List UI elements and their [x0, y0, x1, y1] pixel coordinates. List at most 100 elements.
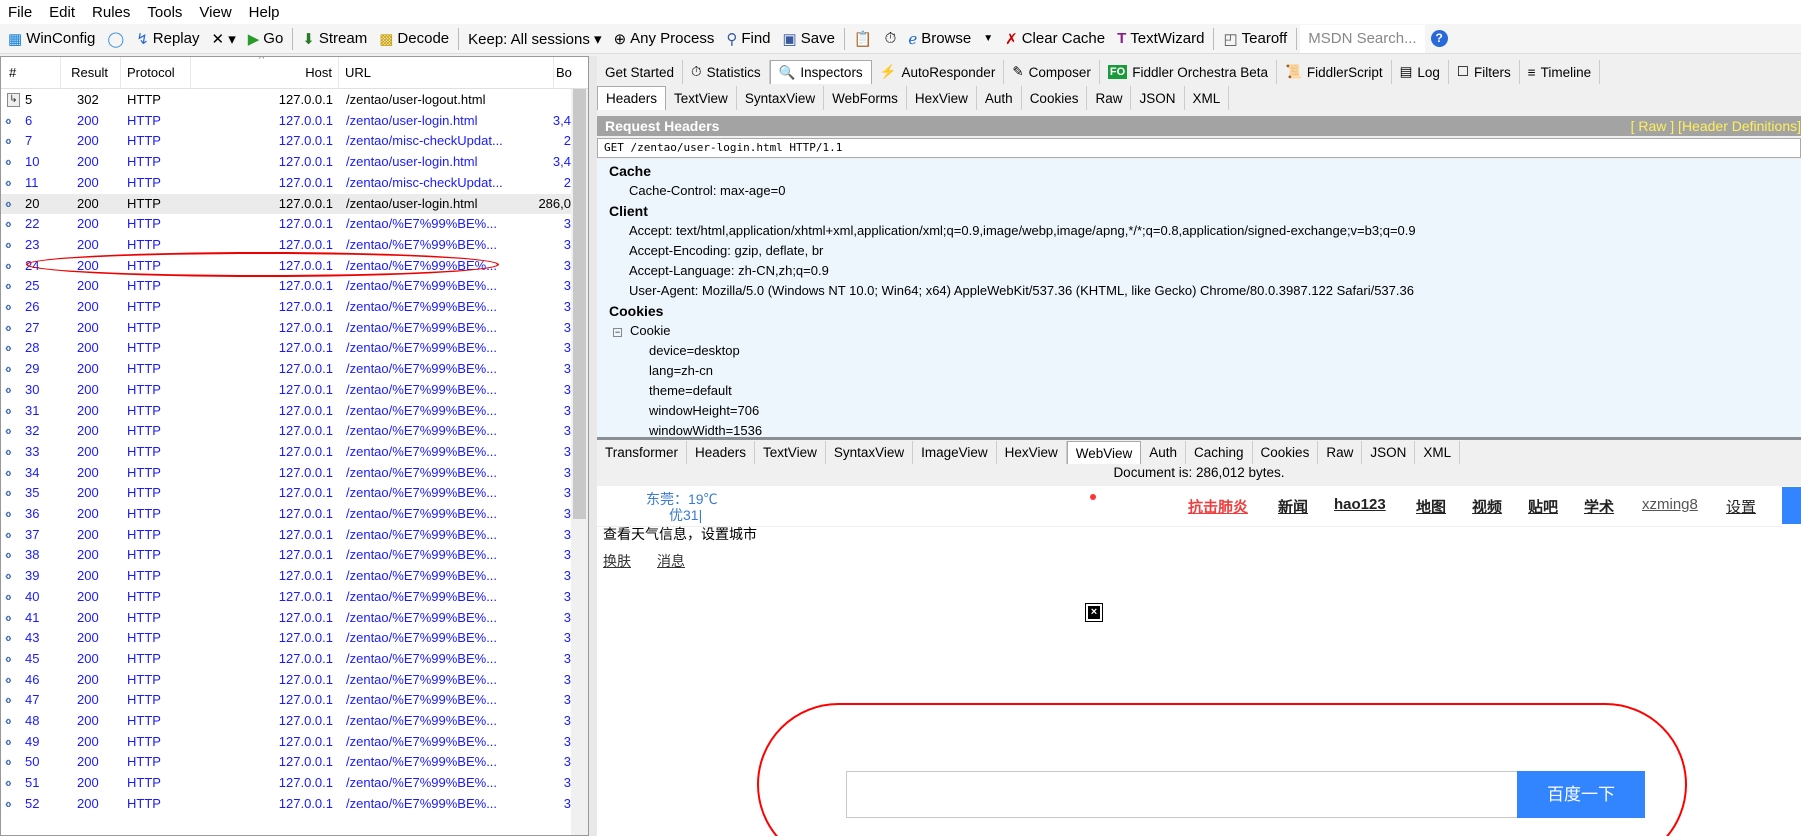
session-row[interactable]: ‹› 49 200 HTTP 127.0.0.1/zentao/%E7%99%BE%..…: [1, 732, 571, 753]
nav-link[interactable]: hao123: [1334, 496, 1386, 513]
session-row[interactable]: ‹› 41 200 HTTP 127.0.0.1/zentao/%E7%99%BE%..…: [1, 608, 571, 629]
collapse-icon[interactable]: −: [613, 328, 622, 337]
winconfig-button[interactable]: ▦ WinConfig: [2, 30, 101, 48]
session-row[interactable]: ‹› 48 200 HTTP 127.0.0.1/zentao/%E7%99%BE%..…: [1, 711, 571, 732]
save-button[interactable]: ▣ Save: [777, 30, 841, 48]
session-row[interactable]: ‹› 52 200 HTTP 127.0.0.1/zentao/%E7%99%BE%..…: [1, 794, 571, 815]
tab-webforms[interactable]: WebForms: [824, 86, 907, 110]
tab-fiddler-orchestra-beta[interactable]: FO Fiddler Orchestra Beta: [1099, 60, 1278, 84]
pane-splitter-horizontal[interactable]: [597, 437, 1801, 440]
session-row[interactable]: ‹› 39 200 HTTP 127.0.0.1/zentao/%E7%99%BE%..…: [1, 566, 571, 587]
tab-hexview[interactable]: HexView: [906, 86, 977, 110]
keep-sessions-dropdown[interactable]: Keep: All sessions ▾: [462, 30, 607, 48]
nav-link[interactable]: 贴吧: [1528, 496, 1558, 517]
browse-button[interactable]: ℯ Browse ▼: [902, 30, 999, 48]
screenshot-button[interactable]: 📋: [848, 30, 879, 48]
session-row[interactable]: ‹› 27 200 HTTP 127.0.0.1/zentao/%E7%99%BE%..…: [1, 318, 571, 339]
tab-xml[interactable]: XML: [1415, 441, 1461, 464]
raw-header-definitions-links[interactable]: [ Raw ] [Header Definitions]: [1631, 116, 1801, 136]
tab-cookies[interactable]: Cookies: [1252, 441, 1319, 464]
menu-edit[interactable]: Edit: [49, 4, 75, 21]
close-icon[interactable]: ×: [1085, 603, 1103, 622]
tab-headers[interactable]: Headers: [687, 441, 756, 464]
session-row[interactable]: ↳ 5 302 HTTP 127.0.0.1/zentao/user-logout.ht…: [1, 90, 571, 111]
col-result[interactable]: Result: [61, 57, 121, 89]
weather-aqi[interactable]: 优31|: [669, 505, 702, 525]
session-row[interactable]: ‹› 46 200 HTTP 127.0.0.1/zentao/%E7%99%BE%..…: [1, 670, 571, 691]
session-row[interactable]: ‹› 31 200 HTTP 127.0.0.1/zentao/%E7%99%BE%..…: [1, 401, 571, 422]
tab-syntaxview[interactable]: SyntaxView: [736, 86, 825, 110]
nav-link[interactable]: 地图: [1416, 496, 1446, 517]
session-row[interactable]: ‹› 30 200 HTTP 127.0.0.1/zentao/%E7%99%BE%..…: [1, 380, 571, 401]
menu-tools[interactable]: Tools: [147, 4, 182, 21]
session-row[interactable]: ‹› 11 200 HTTP 127.0.0.1/zentao/misc-checkUp…: [1, 173, 571, 194]
col-url[interactable]: URL: [339, 57, 554, 89]
session-row[interactable]: ‹› 25 200 HTTP 127.0.0.1/zentao/%E7%99%BE%..…: [1, 276, 571, 297]
weather-settings-link[interactable]: 查看天气信息，设置城市: [603, 524, 757, 544]
tab-json[interactable]: JSON: [1362, 441, 1416, 464]
session-row[interactable]: ‹› 40 200 HTTP 127.0.0.1/zentao/%E7%99%BE%..…: [1, 587, 571, 608]
tab-textview[interactable]: TextView: [666, 86, 737, 110]
tab-textview[interactable]: TextView: [755, 441, 826, 464]
nav-link[interactable]: 视频: [1472, 496, 1502, 517]
session-row[interactable]: ‹› 20 200 HTTP 127.0.0.1/zentao/user-login.h…: [1, 193, 571, 215]
pane-splitter[interactable]: [589, 56, 597, 836]
tab-fiddlerscript[interactable]: 📜 FiddlerScript: [1277, 60, 1392, 84]
tab-composer[interactable]: ✎ Composer: [1004, 60, 1100, 84]
cookie-node[interactable]: − Cookie: [613, 323, 670, 338]
nav-link[interactable]: xzming8: [1642, 496, 1698, 513]
sessions-scrollbar[interactable]: [571, 89, 588, 835]
login-button-edge[interactable]: [1782, 487, 1801, 524]
menu-view[interactable]: View: [199, 4, 231, 21]
tab-log[interactable]: ▤ Log: [1391, 60, 1449, 84]
decode-button[interactable]: ▩ Decode: [373, 30, 455, 48]
nav-link[interactable]: 抗击肺炎: [1188, 496, 1248, 517]
tab-filters[interactable]: ☐ Filters: [1448, 60, 1520, 84]
search-input[interactable]: [846, 771, 1518, 818]
nav-link[interactable]: 学术: [1584, 496, 1614, 517]
tab-autoresponder[interactable]: ⚡ AutoResponder: [871, 60, 1005, 84]
tab-imageview[interactable]: ImageView: [913, 441, 997, 464]
comment-button[interactable]: ◯: [101, 30, 130, 48]
col-number[interactable]: #: [1, 57, 61, 89]
timer-button[interactable]: ⏱: [879, 30, 903, 47]
session-row[interactable]: ‹› 22 200 HTTP 127.0.0.1/zentao/%E7%99%BE%..…: [1, 214, 571, 235]
tab-get-started[interactable]: Get Started: [597, 60, 684, 84]
col-host[interactable]: Host: [191, 57, 339, 89]
session-row[interactable]: ‹› 6 200 HTTP 127.0.0.1/zentao/user-login.ht…: [1, 111, 571, 132]
session-row[interactable]: ‹› 37 200 HTTP 127.0.0.1/zentao/%E7%99%BE%..…: [1, 525, 571, 546]
scrollbar-thumb[interactable]: [573, 89, 586, 519]
session-row[interactable]: ‹› 51 200 HTTP 127.0.0.1/zentao/%E7%99%BE%..…: [1, 773, 571, 794]
session-row[interactable]: ‹› 38 200 HTTP 127.0.0.1/zentao/%E7%99%BE%..…: [1, 545, 571, 566]
tab-caching[interactable]: Caching: [1186, 441, 1253, 464]
tab-raw[interactable]: Raw: [1318, 441, 1363, 464]
session-row[interactable]: ‹› 47 200 HTTP 127.0.0.1/zentao/%E7%99%BE%..…: [1, 690, 571, 711]
session-row[interactable]: ‹› 36 200 HTTP 127.0.0.1/zentao/%E7%99%BE%..…: [1, 504, 571, 525]
session-row[interactable]: ‹› 7 200 HTTP 127.0.0.1/zentao/misc-checkUpd…: [1, 131, 571, 152]
session-row[interactable]: ‹› 28 200 HTTP 127.0.0.1/zentao/%E7%99%BE%..…: [1, 338, 571, 359]
session-row[interactable]: ‹› 33 200 HTTP 127.0.0.1/zentao/%E7%99%BE%..…: [1, 442, 571, 463]
find-button[interactable]: ⚲ Find: [720, 30, 776, 48]
session-row[interactable]: ‹› 35 200 HTTP 127.0.0.1/zentao/%E7%99%BE%..…: [1, 483, 571, 504]
help-button[interactable]: ?: [1425, 30, 1454, 47]
col-protocol[interactable]: Protocol: [121, 57, 191, 89]
search-button[interactable]: 百度一下: [1517, 771, 1645, 818]
col-body[interactable]: Bo: [554, 57, 574, 89]
tab-hexview[interactable]: HexView: [996, 441, 1067, 464]
tab-syntaxview[interactable]: SyntaxView: [825, 441, 914, 464]
skin-link[interactable]: 换肤: [603, 551, 631, 571]
tab-statistics[interactable]: ⏱ Statistics: [683, 60, 770, 84]
menu-file[interactable]: File: [8, 4, 32, 21]
tab-inspectors[interactable]: 🔍 Inspectors: [769, 60, 872, 84]
session-row[interactable]: ‹› 29 200 HTTP 127.0.0.1/zentao/%E7%99%BE%..…: [1, 359, 571, 380]
clear-cache-button[interactable]: ✗ Clear Cache: [999, 30, 1111, 48]
tab-json[interactable]: JSON: [1131, 86, 1185, 110]
tab-auth[interactable]: Auth: [976, 86, 1022, 110]
session-row[interactable]: ‹› 10 200 HTTP 127.0.0.1/zentao/user-login.h…: [1, 152, 571, 173]
tab-headers[interactable]: Headers: [597, 86, 667, 110]
session-row[interactable]: ‹› 24 200 HTTP 127.0.0.1/zentao/%E7%99%BE%..…: [1, 256, 571, 277]
tab-auth[interactable]: Auth: [1141, 441, 1187, 464]
tab-raw[interactable]: Raw: [1087, 86, 1132, 110]
menu-help[interactable]: Help: [249, 4, 280, 21]
session-row[interactable]: ‹› 26 200 HTTP 127.0.0.1/zentao/%E7%99%BE%..…: [1, 297, 571, 318]
